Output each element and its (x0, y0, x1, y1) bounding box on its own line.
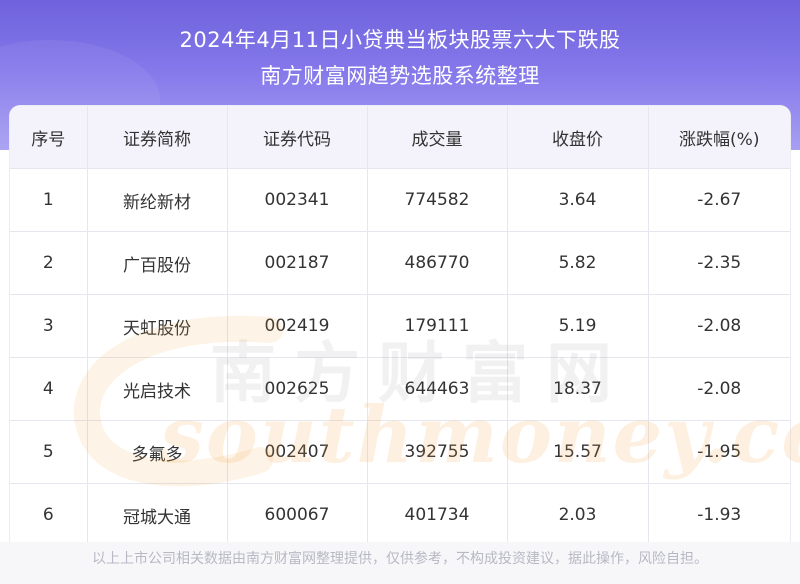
footer-disclaimer: 以上上市公司相关数据由南方财富网整理提供，仅供参考，不构成投资建议，据此操作，风… (92, 551, 708, 567)
cell-change: -2.35 (648, 231, 790, 295)
cell-close: 2.03 (507, 483, 649, 542)
cell-volume: 392755 (367, 420, 508, 484)
cell-volume: 644463 (367, 357, 508, 421)
cell-change: -2.08 (648, 357, 790, 421)
stock-table: 序号 证券简称 证券代码 成交量 收盘价 涨跌幅(%) 1 新纶新材 00234… (10, 106, 790, 542)
table-card: 序号 证券简称 证券代码 成交量 收盘价 涨跌幅(%) 1 新纶新材 00234… (10, 106, 790, 542)
cell-volume: 486770 (367, 231, 508, 295)
cell-name: 光启技术 (87, 357, 228, 421)
cell-code: 002625 (227, 357, 368, 421)
column-header-code: 证券代码 (227, 106, 368, 169)
cell-change: -1.93 (648, 483, 790, 542)
table-row: 5 多氟多 002407 392755 15.57 -1.95 (10, 420, 790, 484)
page-title: 2024年4月11日小贷典当板块股票六大下跌股 (179, 28, 621, 52)
cell-name: 多氟多 (87, 420, 228, 484)
cell-close: 3.64 (507, 168, 649, 232)
column-header-name: 证券简称 (87, 106, 228, 169)
table-row: 4 光启技术 002625 644463 18.37 -2.08 (10, 357, 790, 421)
cell-change: -2.67 (648, 168, 790, 232)
table-row: 2 广百股份 002187 486770 5.82 -2.35 (10, 231, 790, 295)
table-row: 6 冠城大通 600067 401734 2.03 -1.93 (10, 483, 790, 542)
cell-index: 2 (10, 231, 88, 295)
cell-name: 天虹股份 (87, 294, 228, 358)
cell-code: 002187 (227, 231, 368, 295)
cell-code: 002407 (227, 420, 368, 484)
cell-volume: 401734 (367, 483, 508, 542)
cell-code: 002341 (227, 168, 368, 232)
cell-code: 600067 (227, 483, 368, 542)
cell-index: 3 (10, 294, 88, 358)
cell-close: 15.57 (507, 420, 649, 484)
column-header-change: 涨跌幅(%) (648, 106, 790, 169)
cell-index: 4 (10, 357, 88, 421)
footer: 以上上市公司相关数据由南方财富网整理提供，仅供参考，不构成投资建议，据此操作，风… (0, 542, 800, 584)
cell-name: 新纶新材 (87, 168, 228, 232)
table-header-row: 序号 证券简称 证券代码 成交量 收盘价 涨跌幅(%) (10, 106, 790, 169)
cell-change: -2.08 (648, 294, 790, 358)
cell-code: 002419 (227, 294, 368, 358)
column-header-volume: 成交量 (367, 106, 508, 169)
cell-volume: 774582 (367, 168, 508, 232)
cell-close: 5.82 (507, 231, 649, 295)
cell-close: 18.37 (507, 357, 649, 421)
page-subtitle: 南方财富网趋势选股系统整理 (260, 64, 540, 88)
cell-close: 5.19 (507, 294, 649, 358)
cell-volume: 179111 (367, 294, 508, 358)
cell-change: -1.95 (648, 420, 790, 484)
column-header-close: 收盘价 (507, 106, 649, 169)
cell-name: 广百股份 (87, 231, 228, 295)
cell-index: 6 (10, 483, 88, 542)
cell-name: 冠城大通 (87, 483, 228, 542)
table-row: 1 新纶新材 002341 774582 3.64 -2.67 (10, 168, 790, 232)
table-row: 3 天虹股份 002419 179111 5.19 -2.08 (10, 294, 790, 358)
column-header-index: 序号 (10, 106, 88, 169)
cell-index: 5 (10, 420, 88, 484)
cell-index: 1 (10, 168, 88, 232)
